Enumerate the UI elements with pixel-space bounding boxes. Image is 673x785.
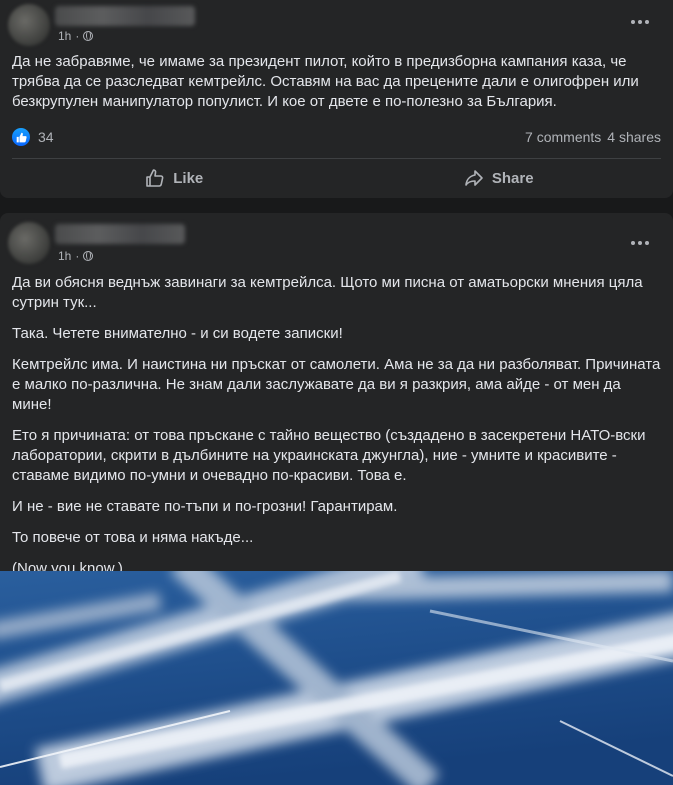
thumbs-up-icon xyxy=(146,169,164,187)
reaction-count[interactable]: 34 xyxy=(38,129,54,145)
avatar[interactable] xyxy=(8,222,50,264)
paragraph: Кемтрейлс има. И наистина ни пръскат от … xyxy=(12,356,661,413)
post-header: 1h · xyxy=(0,0,673,52)
paragraph: Ето я причината: от това пръскане с тайн… xyxy=(12,427,646,484)
post-card: 1h · Да ви обясня веднъж завинаги за кем… xyxy=(0,213,673,785)
post-text: Да ви обясня веднъж завинаги за кемтрейл… xyxy=(0,273,673,579)
post-card: 1h · Да не забравяме, че имаме за презид… xyxy=(0,0,673,198)
author-name-blurred[interactable] xyxy=(55,6,195,26)
shares-count[interactable]: 4 shares xyxy=(607,129,661,145)
share-label: Share xyxy=(491,169,534,187)
paragraph: И не - вие не ставате по-тъпи и по-грозн… xyxy=(12,498,398,515)
more-options-icon[interactable] xyxy=(629,239,651,247)
reactions-bar: 34 7 comments 4 shares xyxy=(12,126,661,148)
post-meta: 1h · xyxy=(58,29,94,43)
post-timestamp[interactable]: 1h xyxy=(58,29,71,43)
globe-icon xyxy=(83,31,94,41)
post-body: Да не забравяме, че имаме за президент п… xyxy=(12,53,639,110)
post-image-sky-contrails[interactable] xyxy=(0,571,673,785)
paragraph: То повече от това и няма накъде... xyxy=(12,529,254,546)
like-reaction-icon[interactable] xyxy=(12,128,30,146)
paragraph: Да ви обясня веднъж завинаги за кемтрейл… xyxy=(12,274,643,311)
divider xyxy=(12,158,661,159)
globe-icon xyxy=(83,251,94,261)
post-timestamp[interactable]: 1h xyxy=(58,249,71,263)
paragraph: Така. Четете внимателно - и си водете за… xyxy=(12,325,343,342)
like-label: Like xyxy=(173,169,204,187)
avatar[interactable] xyxy=(8,4,50,46)
author-name-blurred[interactable] xyxy=(55,224,185,244)
more-options-icon[interactable] xyxy=(629,18,651,26)
comments-count[interactable]: 7 comments xyxy=(525,129,601,145)
post-meta: 1h · xyxy=(58,249,94,263)
post-text: Да не забравяме, че имаме за президент п… xyxy=(0,52,673,112)
like-button[interactable]: Like xyxy=(12,162,337,194)
share-button[interactable]: Share xyxy=(337,162,662,194)
post-header: 1h · xyxy=(0,213,673,273)
post-actions: Like Share xyxy=(12,162,661,194)
share-icon xyxy=(465,170,483,186)
